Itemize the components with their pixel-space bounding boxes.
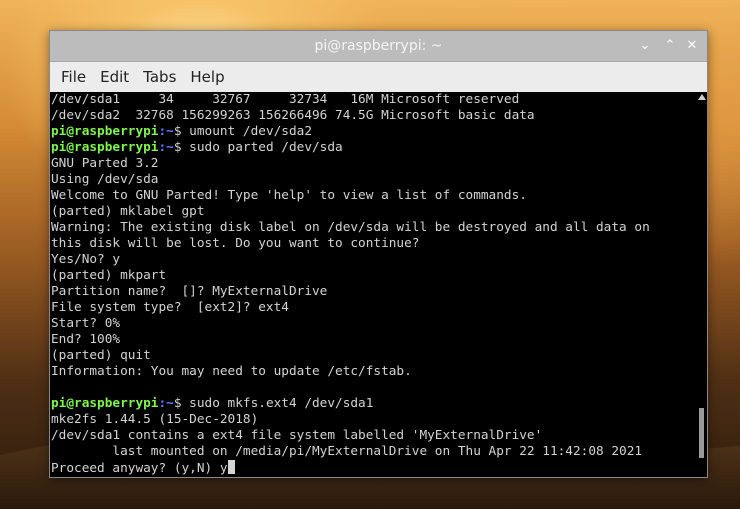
prompt-path: :~ [158,396,174,411]
terminal-line: Partition name? []? MyExternalDrive [51,284,328,299]
command-text: $ sudo mkfs.ext4 /dev/sda1 [173,396,374,411]
prompt-user: pi@raspberrypi [51,124,159,139]
prompt-path: :~ [158,140,174,155]
terminal-line: Start? 0% [51,316,121,331]
maximize-icon[interactable]: ⌃ [661,37,679,55]
menu-bar: File Edit Tabs Help [50,62,707,93]
terminal-command-line: pi@raspberrypi:~$ umount /dev/sda2 [51,124,696,140]
terminal-command-line: pi@raspberrypi:~$ sudo mkfs.ext4 /dev/sd… [51,396,696,412]
window-title: pi@raspberrypi: ~ [314,38,443,54]
vertical-scrollbar[interactable] [696,92,707,477]
terminal-line: End? 100% [51,332,121,347]
text-cursor [227,460,236,474]
close-icon[interactable]: ✕ [683,37,701,55]
terminal-input-line[interactable]: Proceed anyway? (y,N) y [51,460,696,476]
scroll-up-icon[interactable] [698,94,706,100]
title-bar[interactable]: pi@raspberrypi: ~ ⌄ ⌃ ✕ [50,31,707,62]
terminal-line: /dev/sda1 contains a ext4 file system la… [51,428,543,443]
terminal-line: last mounted on /media/pi/MyExternalDriv… [51,444,643,459]
terminal-line: File system type? [ext2]? ext4 [51,300,289,315]
menu-help[interactable]: Help [183,68,231,86]
menu-edit[interactable]: Edit [93,68,136,86]
terminal-line: this disk will be lost. Do you want to c… [51,236,420,251]
terminal-line: (parted) mkpart [51,268,167,283]
input-text: Proceed anyway? (y,N) y [51,461,228,476]
terminal-window: pi@raspberrypi: ~ ⌄ ⌃ ✕ File Edit Tabs H… [49,30,708,478]
terminal-line: (parted) mklabel gpt [51,204,205,219]
menu-file[interactable]: File [54,68,93,86]
terminal-line: GNU Parted 3.2 [51,156,159,171]
terminal-line: mke2fs 1.44.5 (15-Dec-2018) [51,412,259,427]
terminal-line: Warning: The existing disk label on /dev… [51,220,650,235]
minimize-icon[interactable]: ⌄ [636,37,654,55]
terminal-line: Yes/No? y [51,252,121,267]
terminal-line: (parted) quit [51,348,151,363]
terminal-output[interactable]: /dev/sda1 34 32767 32734 16M Microsoft r… [50,92,696,477]
prompt-user: pi@raspberrypi [51,396,159,411]
command-text: $ umount /dev/sda2 [173,124,312,139]
terminal-line: /dev/sda1 34 32767 32734 16M Microsoft r… [51,92,520,107]
terminal-line: /dev/sda2 32768 156299263 156266496 74.5… [51,108,535,123]
command-text: $ sudo parted /dev/sda [173,140,343,155]
terminal-command-line: pi@raspberrypi:~$ sudo parted /dev/sda [51,140,696,156]
prompt-path: :~ [158,124,174,139]
terminal-line: Welcome to GNU Parted! Type 'help' to vi… [51,188,527,203]
menu-tabs[interactable]: Tabs [136,68,183,86]
terminal-line: Using /dev/sda [51,172,159,187]
terminal-line: Information: You may need to update /etc… [51,364,412,379]
scrollbar-thumb[interactable] [699,408,704,458]
prompt-user: pi@raspberrypi [51,140,159,155]
